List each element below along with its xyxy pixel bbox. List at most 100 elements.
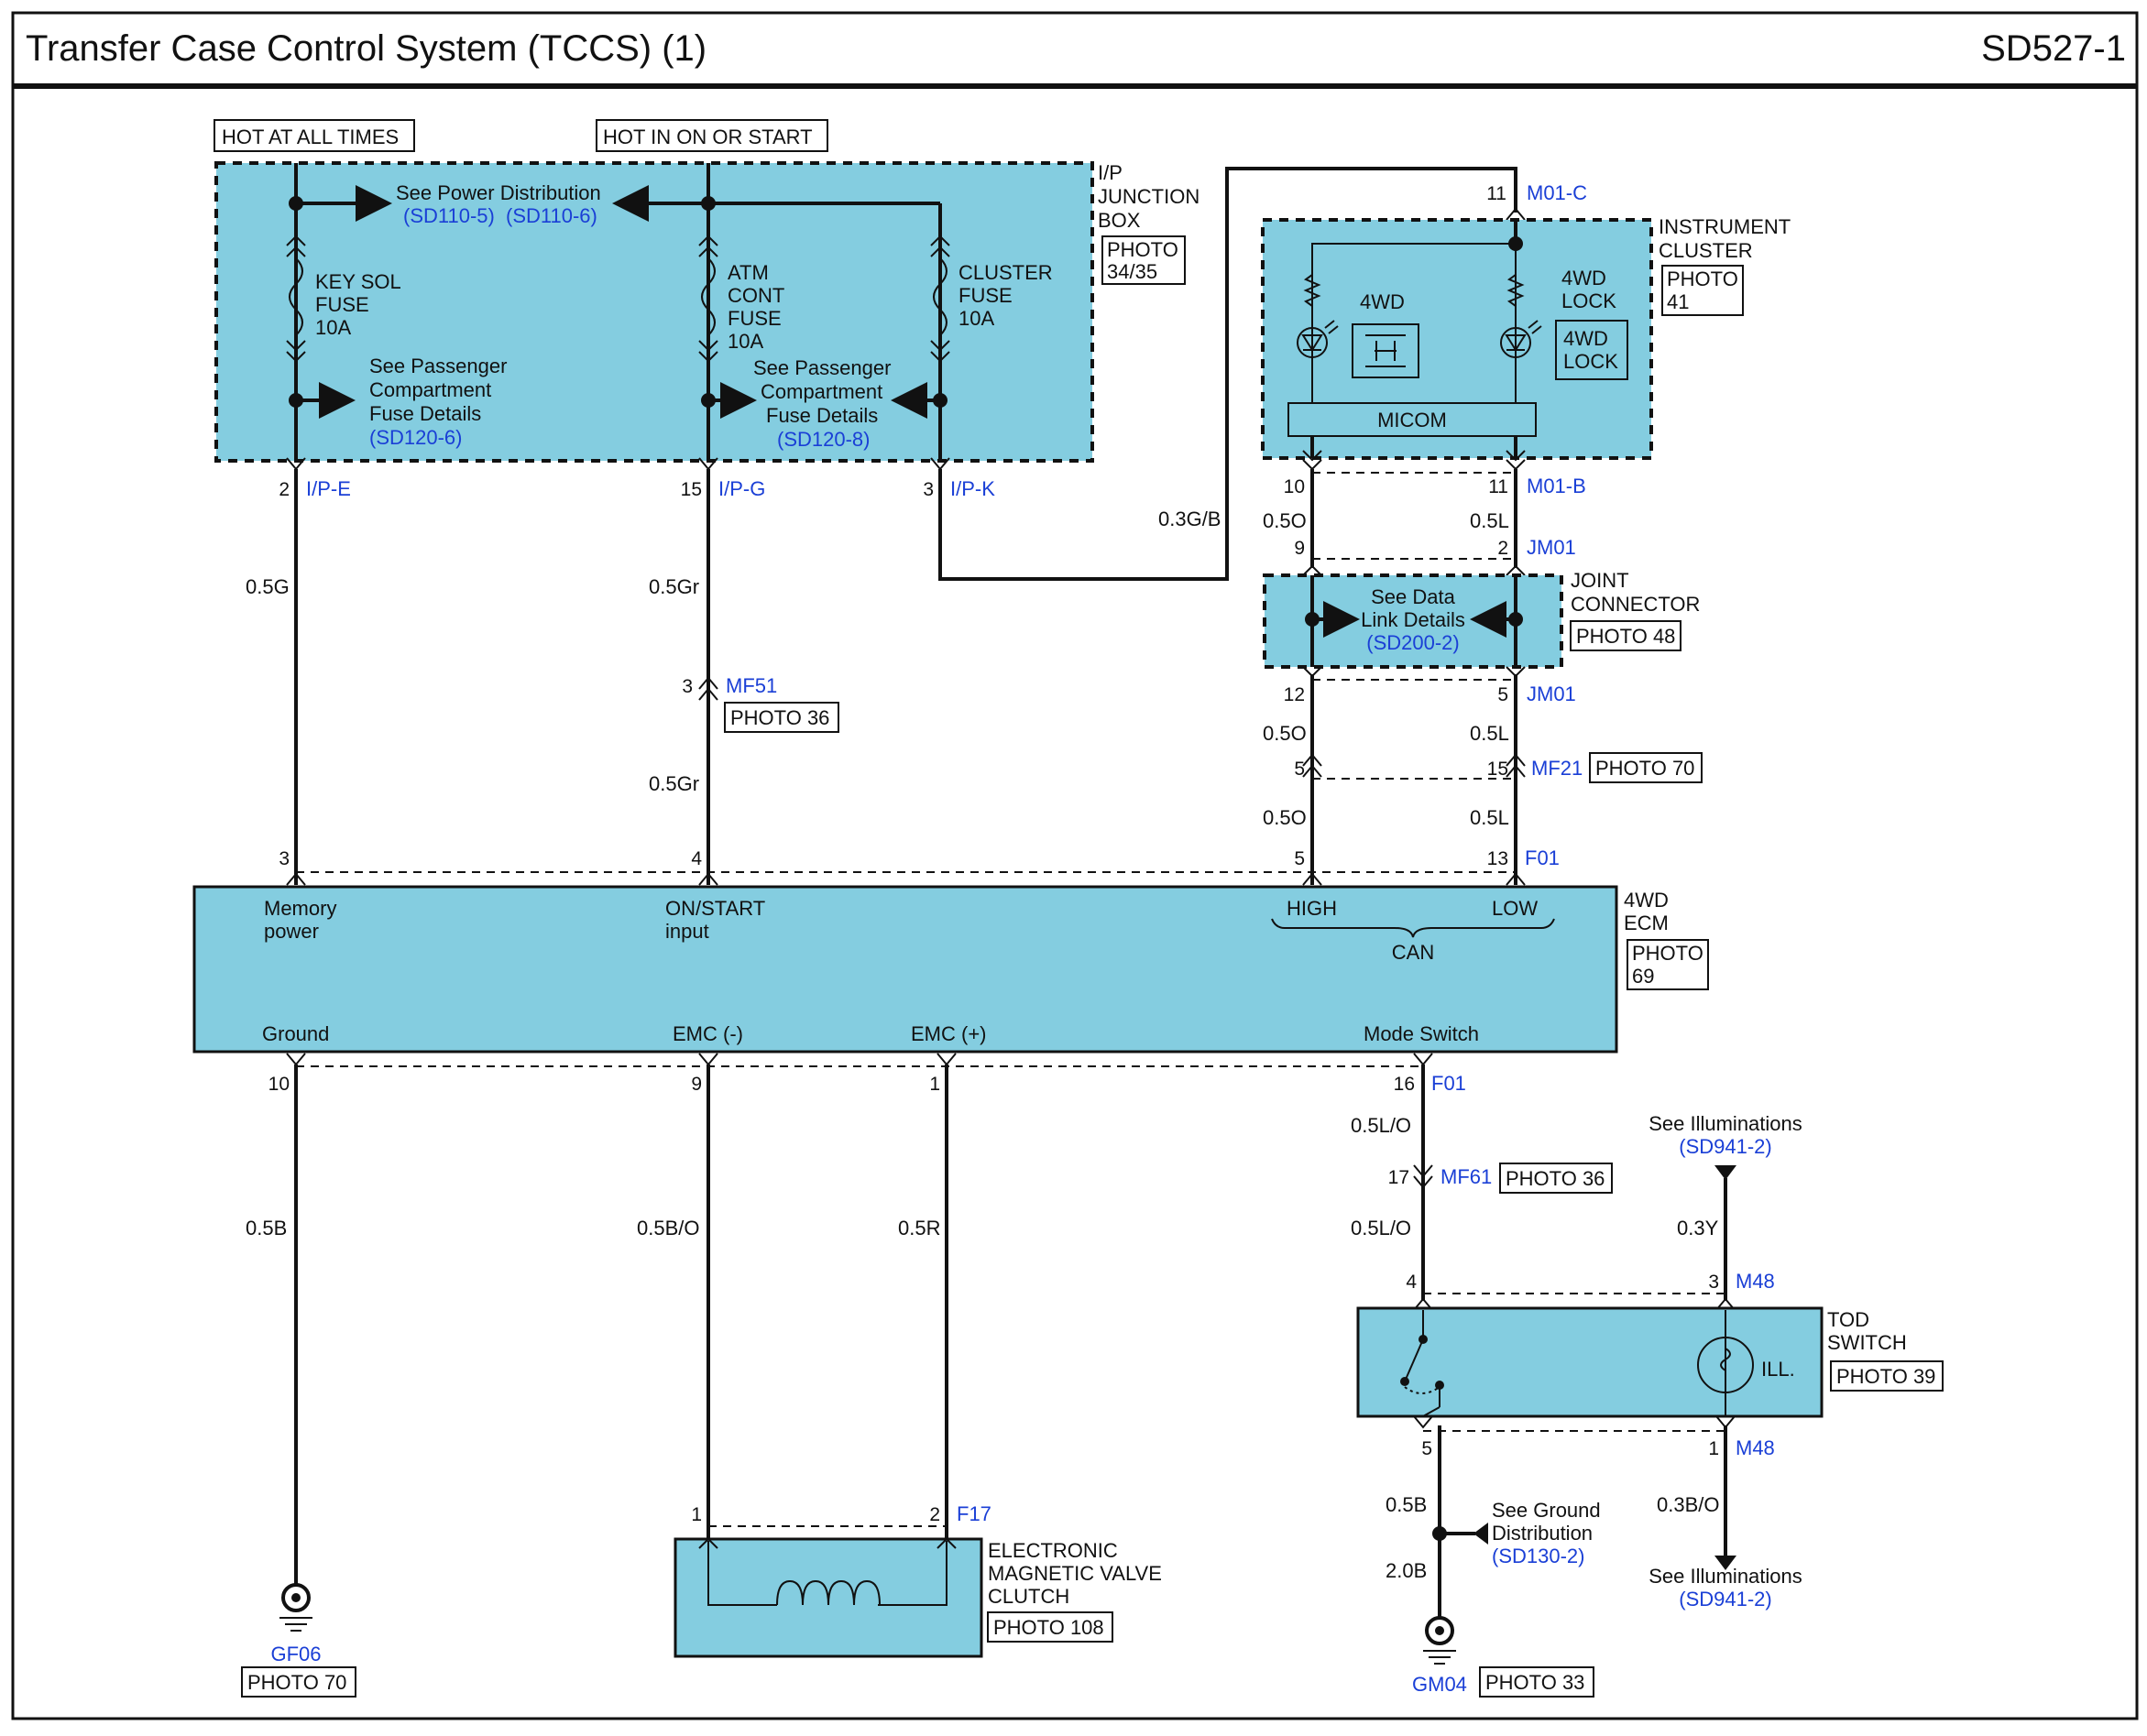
cluster-name-1: INSTRUMENT <box>1659 215 1791 238</box>
pin-f17-2: 2 <box>929 1504 940 1525</box>
pin-f01-16: 16 <box>1394 1074 1415 1095</box>
wire-label-0-5l-1: 0.5L <box>1470 509 1509 532</box>
power-ref-2[interactable]: (SD110-6) <box>506 204 597 227</box>
power-ref-1[interactable]: (SD110-5) <box>403 204 495 227</box>
joint-connector-name-1: JOINT <box>1571 569 1629 592</box>
pin-f01-9: 9 <box>691 1074 702 1095</box>
ecm-name-1: 4WD <box>1624 889 1669 912</box>
connector-ip-k: I/P-K <box>950 477 995 500</box>
connector-m01c: M01-C <box>1527 181 1587 204</box>
ground-dist-ref[interactable]: (SD130-2) <box>1492 1545 1584 1567</box>
hot-at-all-times-label: HOT AT ALL TIMES <box>222 126 399 148</box>
pin-mf21-15: 15 <box>1487 759 1508 780</box>
pin-ip-k: 3 <box>923 479 934 500</box>
ecm-photo-1: PHOTO <box>1632 942 1703 965</box>
cluster-4wd-lock-label-1: 4WD <box>1561 267 1606 289</box>
illuminations-ref-top[interactable]: (SD941-2) <box>1679 1135 1771 1158</box>
pin-f01-1: 1 <box>929 1074 940 1095</box>
hot-in-on-or-start-label: HOT IN ON OR START <box>603 126 813 148</box>
connector-jm01-bottom: JM01 <box>1527 682 1576 705</box>
wire-label-0-5r: 0.5R <box>898 1217 940 1239</box>
tod-switch-name-2: SWITCH <box>1827 1331 1907 1354</box>
see-passenger-2c: Fuse Details <box>766 404 878 427</box>
tod-ill-label: ILL. <box>1761 1358 1795 1381</box>
photo-mf51: PHOTO 36 <box>730 706 829 729</box>
cluster-photo-1: PHOTO <box>1667 267 1738 290</box>
see-data-link-2: Link Details <box>1361 608 1465 631</box>
passenger-ref-1[interactable]: (SD120-6) <box>369 426 462 449</box>
junction-box-photo-1: PHOTO <box>1107 238 1178 261</box>
cluster-fuse-rating: 10A <box>958 307 994 330</box>
atm-fuse-label-3: FUSE <box>728 307 782 330</box>
wire-label-0-5b: 0.5B <box>246 1217 287 1239</box>
evc-name-1: ELECTRONIC <box>988 1539 1118 1562</box>
connector-jm01-top: JM01 <box>1527 536 1576 559</box>
ecm-can-low: LOW <box>1492 897 1538 920</box>
cluster-name-2: CLUSTER <box>1659 239 1753 262</box>
connector-ip-g: I/P-G <box>718 477 765 500</box>
pin-jm01-2: 2 <box>1497 538 1508 559</box>
lock-icon-text-2: LOCK <box>1563 350 1618 373</box>
pin-m48-3: 3 <box>1708 1272 1719 1293</box>
ground-gf06-icon <box>279 1583 312 1632</box>
atm-fuse-label-2: CONT <box>728 284 784 307</box>
pin-m48-5: 5 <box>1421 1438 1432 1459</box>
ecm-on-start-2: input <box>665 920 709 943</box>
pin-f01-3: 3 <box>279 848 290 869</box>
wire-label-0-5lo-2: 0.5L/O <box>1351 1217 1411 1239</box>
connector-mf21: MF21 <box>1531 757 1583 780</box>
joint-connector-name-2: CONNECTOR <box>1571 593 1700 616</box>
junction-box-photo-2: 34/35 <box>1107 260 1157 283</box>
ecm-emc-plus-label: EMC (+) <box>911 1022 987 1045</box>
pin-f17-1: 1 <box>691 1504 702 1525</box>
connector-m01b: M01-B <box>1527 475 1586 497</box>
cluster-fuse-label-2: FUSE <box>958 284 1013 307</box>
pin-ip-g: 15 <box>681 479 702 500</box>
lock-icon-text-1: 4WD <box>1563 327 1608 350</box>
cluster-fuse-label-1: CLUSTER <box>958 261 1053 284</box>
pin-ip-e: 2 <box>279 479 290 500</box>
connector-ip-e: I/P-E <box>306 477 351 500</box>
pin-mf61: 17 <box>1388 1167 1409 1188</box>
see-data-link-1: See Data <box>1371 585 1455 608</box>
pin-jm01-9: 9 <box>1294 538 1305 559</box>
see-ground-dist-2: Distribution <box>1492 1522 1593 1545</box>
ecm-memory-power-2: power <box>264 920 319 943</box>
see-passenger-1c: Fuse Details <box>369 402 481 425</box>
pin-m01c: 11 <box>1486 183 1506 204</box>
evc-name-2: MAGNETIC VALVE <box>988 1562 1162 1585</box>
wire-label-0-5gr-2: 0.5Gr <box>649 772 699 795</box>
connector-m48-bottom: M48 <box>1736 1436 1775 1459</box>
micom-label: MICOM <box>1377 409 1447 431</box>
connector-f01-bottom: F01 <box>1431 1072 1466 1095</box>
photo-mf61: PHOTO 36 <box>1506 1167 1605 1190</box>
connector-mf51: MF51 <box>726 674 777 697</box>
ecm-can-high: HIGH <box>1287 897 1337 920</box>
atm-fuse-label-1: ATM <box>728 261 769 284</box>
passenger-ref-2[interactable]: (SD120-8) <box>777 428 870 451</box>
see-illuminations-top: See Illuminations <box>1649 1112 1802 1135</box>
wire-label-0-5o-2: 0.5O <box>1263 722 1307 745</box>
wire-label-0-5b-2: 0.5B <box>1386 1493 1427 1516</box>
wire-label-0-3y: 0.3Y <box>1677 1217 1719 1239</box>
pin-f01-5: 5 <box>1294 848 1305 869</box>
wire-label-0-5gr-1: 0.5Gr <box>649 575 699 598</box>
illuminations-ref-bottom[interactable]: (SD941-2) <box>1679 1588 1771 1610</box>
pin-jm01-12: 12 <box>1284 684 1305 705</box>
see-ground-dist-1: See Ground <box>1492 1499 1601 1522</box>
pin-f01-13: 13 <box>1487 848 1508 869</box>
ecm-memory-power-1: Memory <box>264 897 336 920</box>
ecm-mode-switch-label: Mode Switch <box>1364 1022 1479 1045</box>
see-power-distribution: See Power Distribution <box>396 181 601 204</box>
data-link-ref[interactable]: (SD200-2) <box>1366 631 1459 654</box>
connector-m48-top: M48 <box>1736 1270 1775 1293</box>
diagram-title: Transfer Case Control System (TCCS) (1) <box>26 28 707 69</box>
cluster-4wd-lock-label-2: LOCK <box>1561 289 1616 312</box>
pin-mf51: 3 <box>682 676 693 697</box>
page-code: SD527-1 <box>1981 28 2126 69</box>
connector-gm04: GM04 <box>1412 1673 1467 1696</box>
photo-gf06: PHOTO 70 <box>247 1671 346 1694</box>
wire-label-0-5l-2: 0.5L <box>1470 722 1509 745</box>
photo-mf21: PHOTO 70 <box>1595 757 1694 780</box>
ground-gm04-icon <box>1423 1616 1456 1665</box>
